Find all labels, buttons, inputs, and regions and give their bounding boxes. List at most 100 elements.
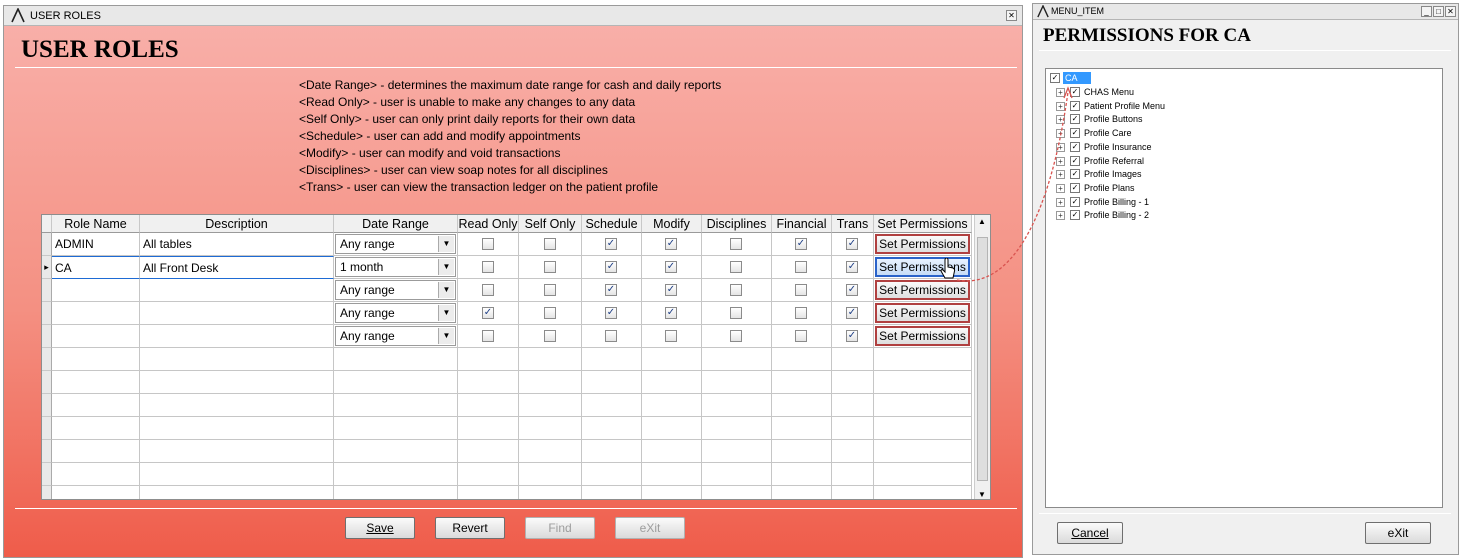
trans-checkbox[interactable]: ✓ (846, 238, 858, 250)
chevron-down-icon[interactable]: ▼ (438, 282, 454, 298)
financial-checkbox[interactable] (795, 284, 807, 296)
read-only-checkbox[interactable] (482, 330, 494, 342)
schedule-checkbox[interactable]: ✓ (605, 261, 617, 273)
self-only-checkbox[interactable] (544, 307, 556, 319)
grid-cell[interactable] (52, 394, 140, 417)
self-only-checkbox[interactable] (544, 284, 556, 296)
row-indicator[interactable] (42, 486, 52, 499)
expand-icon[interactable]: + (1056, 115, 1065, 125)
trans-checkbox[interactable]: ✓ (846, 261, 858, 273)
disciplines-checkbox[interactable] (730, 238, 742, 250)
checkbox[interactable]: ✓ (1070, 100, 1080, 111)
expand-icon[interactable]: + (1056, 129, 1065, 139)
tree-item[interactable]: + ✓ Profile Billing - 1 (1056, 196, 1256, 209)
checkbox[interactable]: ✓ (1070, 169, 1080, 180)
chevron-down-icon[interactable]: ▼ (438, 236, 454, 252)
column-header[interactable]: Schedule (582, 215, 642, 233)
set-permissions-button[interactable]: Set Permissions (875, 303, 970, 323)
row-indicator[interactable] (42, 394, 52, 417)
expand-icon[interactable]: + (1056, 183, 1065, 193)
modify-checkbox[interactable]: ✓ (665, 238, 677, 250)
row-indicator[interactable] (42, 325, 52, 348)
financial-checkbox[interactable]: ✓ (795, 238, 807, 250)
menu-exit-button[interactable]: eXit (1365, 522, 1431, 544)
tree-item[interactable]: + ✓ Profile Plans (1056, 182, 1256, 195)
trans-checkbox[interactable]: ✓ (846, 284, 858, 296)
column-header[interactable]: Set Permissions (874, 215, 972, 233)
financial-checkbox[interactable] (795, 330, 807, 342)
checkbox[interactable]: ✓ (1070, 196, 1080, 207)
expand-icon[interactable]: + (1056, 211, 1065, 221)
grid-cell[interactable] (140, 371, 334, 394)
chevron-down-icon[interactable]: ▼ (438, 328, 454, 344)
tree-root[interactable]: ✓ CA (1050, 72, 1130, 85)
checkbox[interactable]: ✓ (1070, 141, 1080, 152)
set-permissions-button[interactable]: Set Permissions (875, 280, 970, 300)
disciplines-checkbox[interactable] (730, 284, 742, 296)
read-only-checkbox[interactable] (482, 284, 494, 296)
schedule-checkbox[interactable]: ✓ (605, 307, 617, 319)
self-only-checkbox[interactable] (544, 330, 556, 342)
tree-item[interactable]: + ✓ Patient Profile Menu (1056, 100, 1256, 113)
grid-cell[interactable] (52, 463, 140, 486)
checkbox[interactable]: ✓ (1070, 114, 1080, 125)
save-button[interactable]: Save (345, 517, 415, 539)
financial-checkbox[interactable] (795, 261, 807, 273)
row-indicator[interactable] (42, 348, 52, 371)
column-header[interactable]: Role Name (52, 215, 140, 233)
modify-checkbox[interactable]: ✓ (665, 284, 677, 296)
grid-cell[interactable] (52, 348, 140, 371)
grid-cell[interactable] (52, 417, 140, 440)
grid-cell[interactable] (52, 486, 140, 499)
grid-cell[interactable] (334, 486, 458, 499)
grid-cell[interactable] (140, 348, 334, 371)
grid-cell[interactable] (140, 325, 334, 348)
modify-checkbox[interactable]: ✓ (665, 261, 677, 273)
self-only-checkbox[interactable] (544, 261, 556, 273)
expand-icon[interactable]: + (1056, 170, 1065, 180)
schedule-checkbox[interactable]: ✓ (605, 238, 617, 250)
column-header[interactable]: Date Range (334, 215, 458, 233)
grid-cell[interactable]: CA (52, 256, 140, 279)
disciplines-checkbox[interactable] (730, 261, 742, 273)
scroll-down-icon[interactable]: ▼ (978, 490, 986, 499)
grid-cell[interactable]: Any range ▼ (334, 279, 458, 302)
grid-cell[interactable] (334, 371, 458, 394)
column-header[interactable]: Read Only (458, 215, 519, 233)
close-icon[interactable]: ✕ (1006, 10, 1017, 21)
tree-item[interactable]: + ✓ Profile Images (1056, 168, 1256, 181)
disciplines-checkbox[interactable] (730, 330, 742, 342)
read-only-checkbox[interactable] (482, 261, 494, 273)
date-range-select[interactable]: Any range ▼ (335, 280, 456, 300)
maximize-icon[interactable]: □ (1433, 6, 1444, 17)
grid-cell[interactable] (140, 279, 334, 302)
tree-item[interactable]: + ✓ Profile Insurance (1056, 141, 1256, 154)
grid-cell[interactable] (140, 440, 334, 463)
schedule-checkbox[interactable] (605, 330, 617, 342)
grid-cell[interactable] (334, 417, 458, 440)
read-only-checkbox[interactable]: ✓ (482, 307, 494, 319)
grid-cell[interactable] (334, 463, 458, 486)
grid-cell[interactable] (140, 302, 334, 325)
find-button[interactable]: Find (525, 517, 595, 539)
column-header[interactable]: Self Only (519, 215, 582, 233)
expand-icon[interactable]: + (1056, 88, 1065, 97)
column-header[interactable]: Description (140, 215, 334, 233)
schedule-checkbox[interactable]: ✓ (605, 284, 617, 296)
trans-checkbox[interactable]: ✓ (846, 307, 858, 319)
row-indicator[interactable] (42, 371, 52, 394)
checkbox[interactable]: ✓ (1070, 128, 1080, 139)
revert-button[interactable]: Revert (435, 517, 505, 539)
grid-cell[interactable]: Any range ▼ (334, 233, 458, 256)
grid-cell[interactable] (140, 394, 334, 417)
expand-icon[interactable]: + (1056, 156, 1065, 166)
column-header[interactable]: Disciplines (702, 215, 772, 233)
column-header[interactable]: Financial (772, 215, 832, 233)
grid-cell[interactable]: ADMIN (52, 233, 140, 256)
chevron-down-icon[interactable]: ▼ (438, 259, 454, 275)
column-header[interactable]: Trans (832, 215, 874, 233)
tree-item[interactable]: + ✓ Profile Care (1056, 127, 1256, 140)
set-permissions-button[interactable]: Set Permissions (875, 234, 970, 254)
disciplines-checkbox[interactable] (730, 307, 742, 319)
grid-cell[interactable]: 1 month ▼ (334, 256, 458, 279)
